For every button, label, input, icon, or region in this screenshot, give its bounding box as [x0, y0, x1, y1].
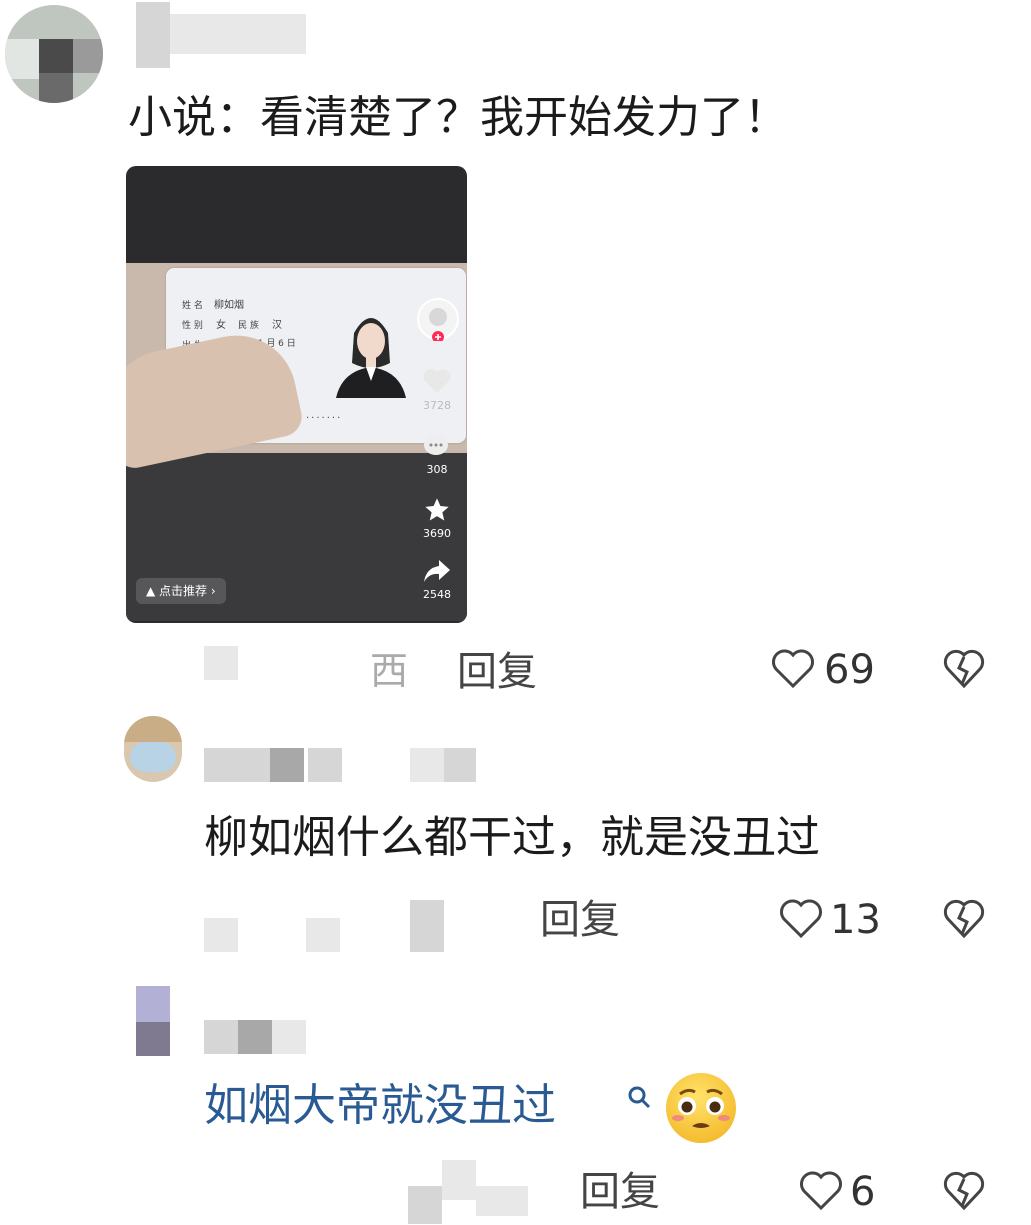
dislike-broken-heart-icon[interactable]: [942, 898, 986, 940]
meta-redacted: [408, 1160, 528, 1224]
like-heart-icon[interactable]: [778, 898, 824, 940]
username-redacted[interactable]: [204, 738, 476, 784]
like-heart-icon[interactable]: [798, 1170, 844, 1212]
dislike-broken-heart-icon[interactable]: [942, 1170, 986, 1212]
comment-icon[interactable]: [423, 434, 449, 458]
comment-text: 柳如烟什么都干过，就是没丑过: [204, 812, 820, 863]
avatar[interactable]: [5, 5, 103, 103]
recommend-button[interactable]: ▲ 点击推荐 ›: [136, 578, 226, 604]
avatar[interactable]: [124, 716, 182, 782]
like-count: 13: [830, 897, 881, 943]
avatar[interactable]: [136, 986, 170, 1056]
chevron-right-icon: ›: [207, 584, 216, 598]
username-redacted[interactable]: [136, 2, 306, 68]
heart-icon[interactable]: [422, 367, 452, 395]
id-name: 柳如烟: [214, 300, 244, 311]
like-heart-icon[interactable]: [770, 648, 816, 690]
search-icon[interactable]: [626, 1084, 652, 1110]
comment-text-link[interactable]: 如烟大帝就没丑过: [204, 1084, 556, 1128]
id-sex-label: 性 别: [182, 321, 203, 331]
id-nation-label: 民 族: [238, 321, 259, 331]
video-thumbnail[interactable]: 姓 名 柳如烟 性 别 女 民 族 汉 出 生 11 月 6 日 住 址 公民: [126, 166, 467, 623]
reply-button[interactable]: 回复: [540, 900, 620, 940]
reply-button[interactable]: 回复: [457, 652, 537, 692]
like-count: 6: [850, 1169, 876, 1215]
video-comment-count: 308: [426, 463, 448, 476]
meta-location: 西: [370, 649, 409, 693]
thumbs-up-icon: ▲: [146, 584, 160, 598]
id-sex: 女: [216, 320, 226, 331]
share-icon[interactable]: [423, 558, 451, 584]
star-icon[interactable]: [423, 496, 451, 524]
worried-face-emoji-icon: [666, 1073, 736, 1143]
reply-button[interactable]: 回复: [580, 1172, 660, 1212]
meta-redacted: [204, 900, 444, 952]
dislike-broken-heart-icon[interactable]: [942, 648, 986, 690]
creator-avatar-icon[interactable]: [416, 297, 460, 341]
meta-redacted: [204, 646, 238, 680]
comment-text: 小说：看清楚了？我开始发力了！: [128, 92, 788, 143]
video-favorite-count: 3690: [423, 527, 451, 540]
like-count: 69: [824, 647, 875, 693]
video-frame: 姓 名 柳如烟 性 别 女 民 族 汉 出 生 11 月 6 日 住 址 公民: [126, 263, 467, 621]
video-like-count: 3728: [423, 399, 451, 412]
id-name-label: 姓 名: [182, 301, 203, 311]
video-share-count: 2548: [423, 588, 451, 601]
username-redacted[interactable]: [204, 1020, 306, 1054]
portrait-image: [336, 303, 406, 398]
id-nation: 汉: [272, 320, 282, 331]
